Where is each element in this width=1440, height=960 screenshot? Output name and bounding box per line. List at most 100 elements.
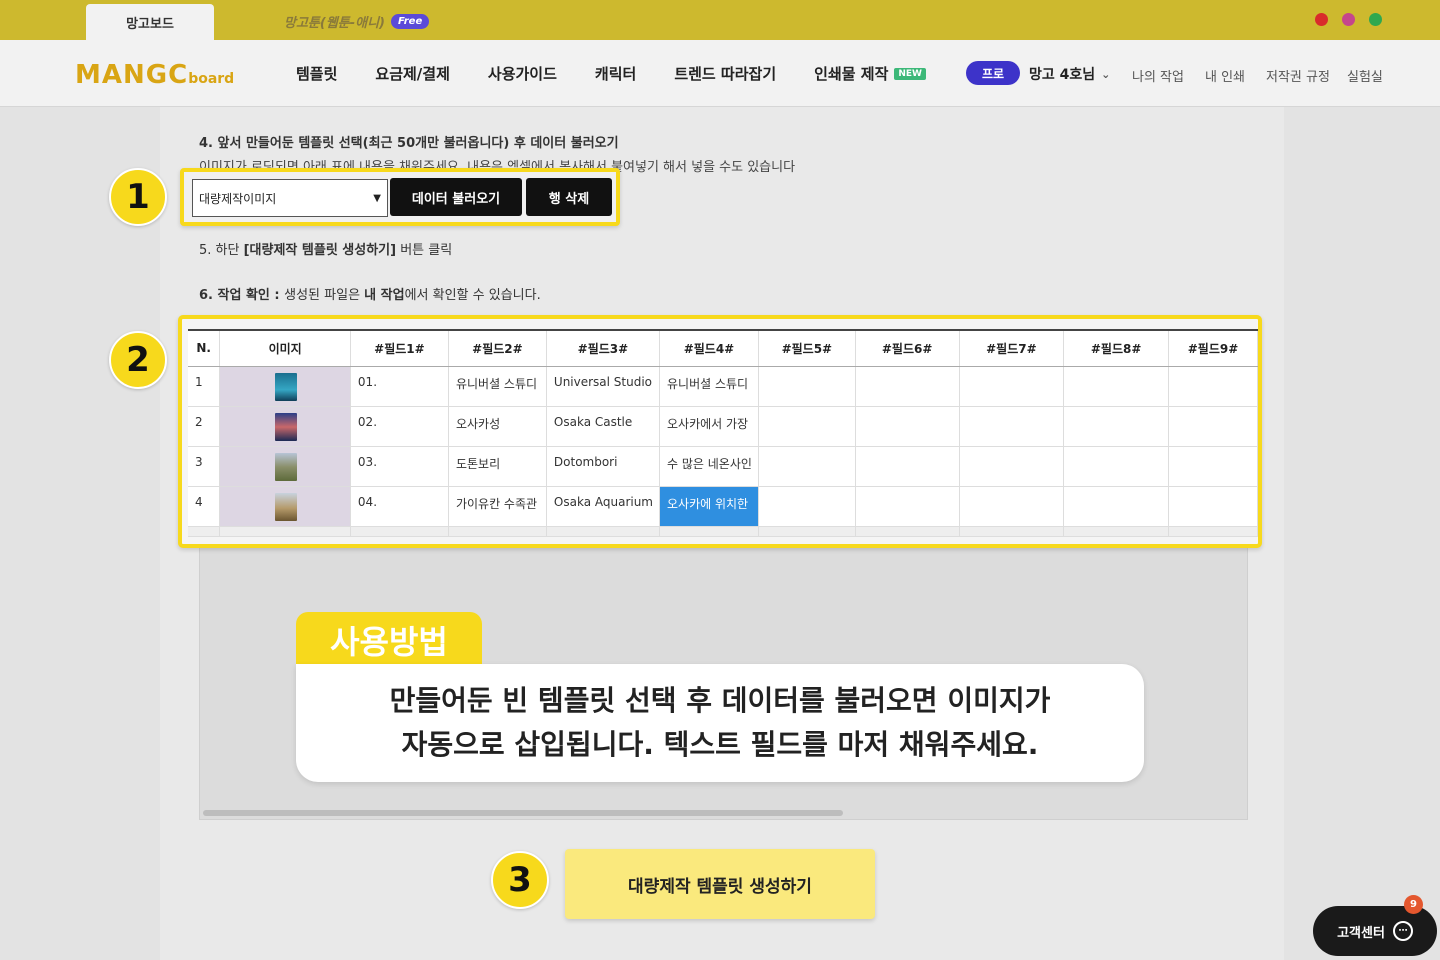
column-header: #필드3# xyxy=(546,329,661,367)
table-cell[interactable] xyxy=(1168,406,1258,447)
column-header: #필드1# xyxy=(350,329,449,367)
table-cell[interactable]: 03. xyxy=(350,446,449,487)
step6-text: 6. 작업 확인 : 생성된 파일은 내 작업에서 확인할 수 있습니다. xyxy=(199,284,541,303)
template-select[interactable]: 대량제작이미지 ▼ xyxy=(192,179,388,217)
table-cell[interactable]: 오사카성 xyxy=(448,406,547,447)
table-cell[interactable]: 01. xyxy=(350,366,449,407)
table-cell[interactable]: 02. xyxy=(350,406,449,447)
table-cell[interactable] xyxy=(758,446,856,487)
table-cell[interactable] xyxy=(1168,366,1258,407)
image-cell[interactable] xyxy=(219,486,351,527)
table-cell[interactable] xyxy=(1063,446,1169,487)
table-cell[interactable] xyxy=(758,486,856,527)
table-cell xyxy=(188,526,221,537)
usage-card: 만들어둔 빈 템플릿 선택 후 데이터를 불러오면 이미지가 자동으로 삽입됩니… xyxy=(296,664,1144,782)
youtube-icon[interactable] xyxy=(1315,13,1328,26)
table-cell[interactable] xyxy=(959,446,1065,487)
create-bulk-template-button[interactable]: 대량제작 템플릿 생성하기 xyxy=(565,849,875,919)
pro-badge: 프로 xyxy=(966,61,1020,85)
step6-text-part: 생성된 파일은 xyxy=(284,288,365,303)
table-cell xyxy=(1063,526,1169,537)
util-lab[interactable]: 실험실 xyxy=(1347,66,1383,85)
nav-label: 인쇄물 제작 xyxy=(814,65,889,83)
util-my-work[interactable]: 나의 작업 xyxy=(1132,66,1184,85)
table-cell[interactable]: 가이유칸 수족관 xyxy=(448,486,547,527)
nav-guide[interactable]: 사용가이드 xyxy=(488,63,557,84)
step6-bold: 6. 작업 확인 : xyxy=(199,288,285,303)
usage-tag: 사용방법 xyxy=(296,612,482,668)
image-cell[interactable] xyxy=(219,406,351,447)
table-cell[interactable] xyxy=(855,446,960,487)
nav-characters[interactable]: 캐릭터 xyxy=(595,63,636,84)
logo[interactable]: MANGCboard xyxy=(75,60,234,90)
step5-suffix: 버튼 클릭 xyxy=(396,243,453,258)
table-cell[interactable] xyxy=(959,366,1065,407)
nav-pricing[interactable]: 요금제/결제 xyxy=(375,63,449,84)
row-number: 2 xyxy=(188,406,221,447)
template-select-box: 대량제작이미지 ▼ 데이터 불러오기 행 삭제 xyxy=(180,168,620,226)
table-cell[interactable] xyxy=(1063,486,1169,527)
thumbnail-image xyxy=(274,372,297,401)
tab-mangoboard[interactable]: 망고보드 xyxy=(86,4,214,40)
table-cell[interactable] xyxy=(855,366,960,407)
column-header: #필드6# xyxy=(855,329,960,367)
chat-icon: ⋯ xyxy=(1392,921,1413,941)
table-cell[interactable]: Dotombori xyxy=(546,446,661,487)
header: MANGCboard 템플릿 요금제/결제 사용가이드 캐릭터 트렌드 따라잡기… xyxy=(0,40,1440,107)
horizontal-scrollbar[interactable] xyxy=(203,810,843,816)
user-menu[interactable]: 망고 4호님 ⌄ xyxy=(1029,64,1110,84)
logo-main: MANGC xyxy=(75,60,189,90)
customer-center-button[interactable]: 고객센터 ⋯ xyxy=(1313,906,1437,956)
table-cell[interactable] xyxy=(959,486,1065,527)
table-cell[interactable] xyxy=(758,366,856,407)
table-cell[interactable]: Osaka Aquarium xyxy=(546,486,661,527)
table-cell xyxy=(219,526,351,537)
table-cell[interactable]: Universal Studio xyxy=(546,366,661,407)
nav-templates[interactable]: 템플릿 xyxy=(296,63,337,84)
table-cell xyxy=(546,526,661,537)
table-cell xyxy=(1168,526,1258,537)
step5-prefix: 5. 하단 xyxy=(199,243,244,258)
blog-icon[interactable] xyxy=(1369,13,1382,26)
table-cell[interactable] xyxy=(959,406,1065,447)
delete-row-button[interactable]: 행 삭제 xyxy=(526,178,612,216)
nav-print[interactable]: 인쇄물 제작 NEW xyxy=(814,63,926,84)
step6-bold2: 내 작업 xyxy=(364,288,405,303)
util-my-print[interactable]: 내 인쇄 xyxy=(1205,66,1245,85)
table-cell[interactable] xyxy=(758,406,856,447)
table-cell[interactable]: 유니버셜 스튜디 xyxy=(659,366,759,407)
table-cell[interactable]: 유니버셜 스튜디 xyxy=(448,366,547,407)
tab-mangotoon[interactable]: 망고툰(웹툰-애니) Free xyxy=(284,10,430,32)
table-cell[interactable]: 04. xyxy=(350,486,449,527)
table-cell[interactable] xyxy=(1168,486,1258,527)
tab-mangotoon-label: 망고툰(웹툰-애니) xyxy=(284,15,385,31)
table-cell[interactable]: 수 많은 네온사인 xyxy=(659,446,759,487)
thumbnail-image xyxy=(274,492,297,521)
table-cell[interactable] xyxy=(855,406,960,447)
data-table: N. 이미지 #필드1# #필드2# #필드3# #필드4# #필드5# #필드… xyxy=(188,329,1258,537)
table-cell xyxy=(448,526,547,537)
table-cell[interactable] xyxy=(1063,406,1169,447)
image-cell[interactable] xyxy=(219,446,351,487)
customer-center-label: 고객센터 xyxy=(1337,925,1385,941)
table-cell[interactable]: Osaka Castle xyxy=(546,406,661,447)
table-cell[interactable]: 오사카에서 가장 xyxy=(659,406,759,447)
table-cell[interactable] xyxy=(855,486,960,527)
table-cell[interactable] xyxy=(1063,366,1169,407)
callout-number-1: 1 xyxy=(109,168,167,226)
column-header: 이미지 xyxy=(219,329,351,367)
util-copyright[interactable]: 저작권 규정 xyxy=(1266,66,1330,85)
load-data-button[interactable]: 데이터 불러오기 xyxy=(390,178,522,216)
thumbnail-image xyxy=(274,452,297,481)
nav-trends[interactable]: 트렌드 따라잡기 xyxy=(674,63,776,84)
table-row: 3 03. 도톤보리 Dotombori 수 많은 네온사인 xyxy=(188,446,1258,487)
instagram-icon[interactable] xyxy=(1342,13,1355,26)
table-cell[interactable] xyxy=(1168,446,1258,487)
top-bar: 망고보드 망고툰(웹툰-애니) Free xyxy=(0,0,1440,40)
table-cell-selected[interactable]: 오사카에 위치한 xyxy=(659,486,759,527)
image-cell[interactable] xyxy=(219,366,351,407)
table-cell[interactable]: 도톤보리 xyxy=(448,446,547,487)
nav-label: 트렌드 따라잡기 xyxy=(674,65,777,83)
usage-line-1: 만들어둔 빈 템플릿 선택 후 데이터를 불러오면 이미지가 xyxy=(389,684,1051,717)
chevron-down-icon: ⌄ xyxy=(1101,67,1111,81)
